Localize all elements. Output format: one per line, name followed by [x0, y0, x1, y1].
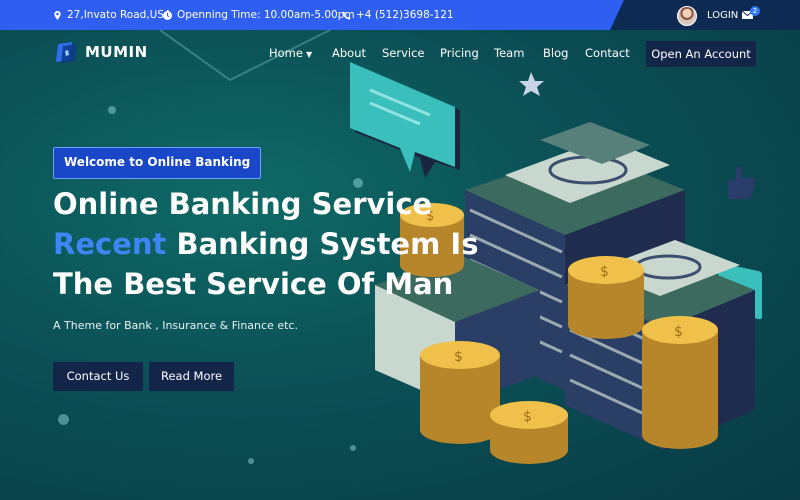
hero-subtitle: A Theme for Bank , Insurance & Finance e… [53, 319, 298, 332]
nav-item-home[interactable]: Home ▼ [269, 42, 312, 64]
read-more-button[interactable]: Read More [149, 362, 234, 391]
decor-dot [58, 414, 69, 425]
star-icon [519, 72, 544, 96]
welcome-badge: Welcome to Online Banking [53, 147, 262, 179]
chevron-down-icon: ▼ [305, 50, 313, 59]
headline-line-3: The Best Service Of Man [53, 267, 454, 301]
headline-line-2: Recent Banking System Is [53, 224, 493, 264]
svg-text:$: $ [600, 264, 609, 280]
svg-text:$: $ [674, 324, 683, 340]
hero-headline: Online Banking Service Recent Banking Sy… [53, 184, 493, 304]
brand-name: MUMIN [85, 43, 148, 61]
chat-bubble-icon [350, 62, 460, 178]
logo-icon [56, 42, 77, 63]
headline-line-1: Online Banking Service [53, 187, 433, 221]
contact-us-button[interactable]: Contact Us [53, 362, 143, 391]
nav-item-label: Home [269, 46, 303, 60]
decor-dot [248, 458, 254, 464]
decor-dot [108, 106, 116, 114]
headline-line-2-rest: Banking System Is [166, 227, 479, 261]
svg-text:$: $ [523, 409, 532, 425]
headline-accent: Recent [53, 227, 167, 261]
brand-logo[interactable]: MUMIN [55, 40, 148, 64]
svg-text:$: $ [454, 349, 463, 365]
